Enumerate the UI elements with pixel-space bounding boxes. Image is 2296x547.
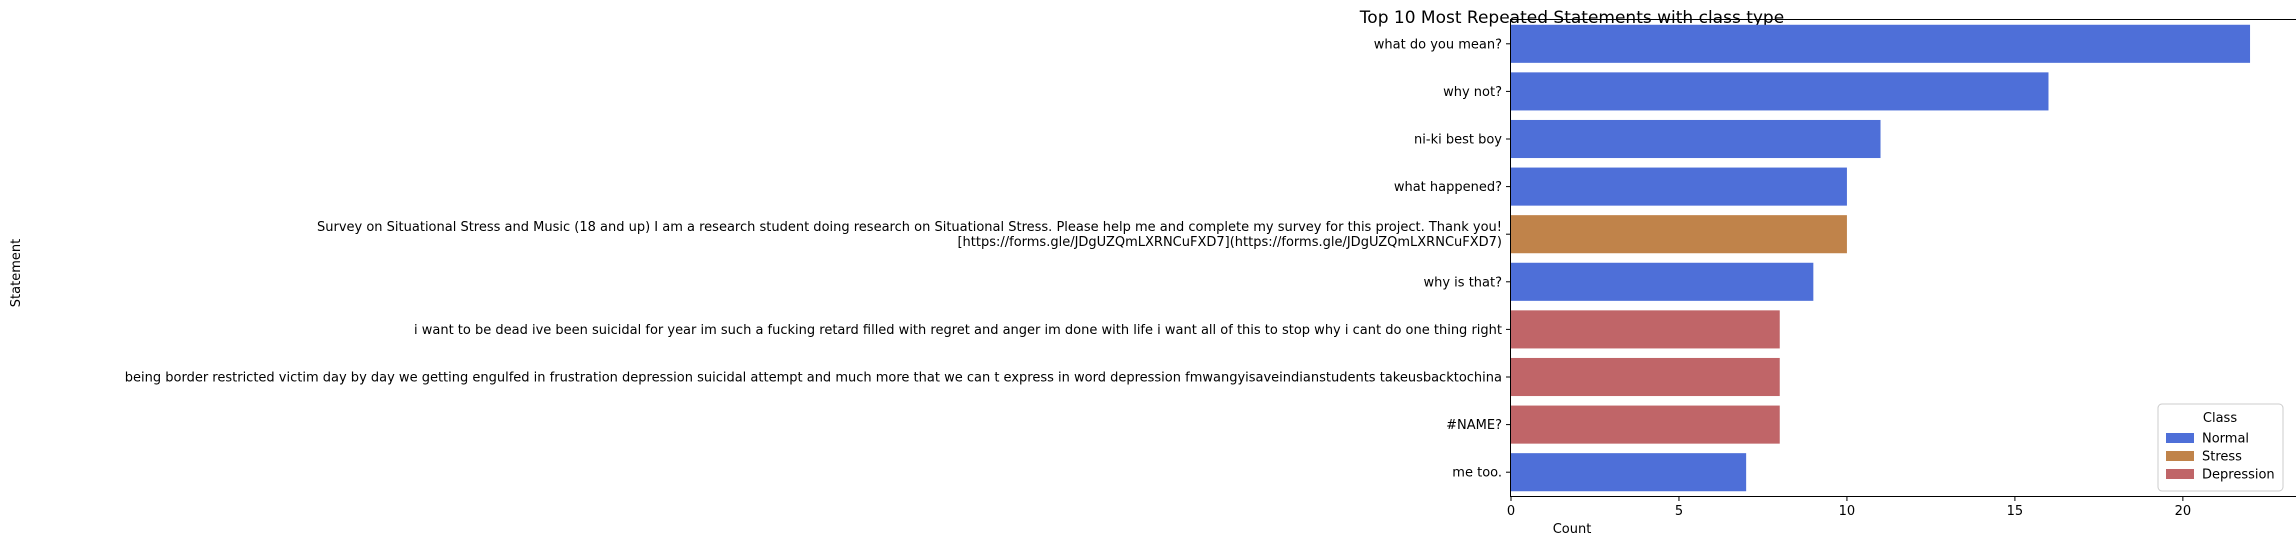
x-tick-label: 20 bbox=[2175, 504, 2192, 519]
bar-10 bbox=[1511, 453, 1747, 492]
legend-label: Stress bbox=[2202, 450, 2242, 465]
bar-3 bbox=[1511, 119, 1881, 159]
y-tick-label: why is that? bbox=[1423, 275, 1502, 290]
x-tick-label: 0 bbox=[1507, 504, 1515, 519]
y-tick-label: why not? bbox=[1443, 85, 1502, 100]
x-axis-label: Count bbox=[1553, 522, 1592, 537]
bars-group bbox=[1511, 24, 2251, 492]
y-tick-label: #NAME? bbox=[1446, 418, 1502, 433]
y-tick-label: Survey on Situational Stress and Music (… bbox=[317, 220, 1502, 235]
bar-6 bbox=[1511, 262, 1814, 301]
bar-2 bbox=[1511, 72, 2049, 111]
bar-chart: Top 10 Most Repeated Statements with cla… bbox=[9, 8, 2296, 537]
legend-title: Class bbox=[2203, 411, 2237, 426]
y-tick-label: ni-ki best boy bbox=[1414, 133, 1502, 148]
y-tick-label: what do you mean? bbox=[1374, 37, 1502, 52]
legend-swatch bbox=[2166, 433, 2194, 443]
x-tick-label: 10 bbox=[1839, 504, 1856, 519]
x-ticks-group: 0 5 10 15 20 bbox=[1507, 496, 2191, 519]
bar-5 bbox=[1511, 215, 1847, 254]
legend-swatch bbox=[2166, 469, 2194, 479]
legend: Class Normal Stress Depression bbox=[2157, 403, 2284, 492]
x-tick-label: 5 bbox=[1675, 504, 1683, 519]
y-tick-label: me too. bbox=[1452, 466, 1502, 481]
bar-1 bbox=[1511, 24, 2251, 63]
y-axis-label: Statement bbox=[9, 239, 24, 307]
x-tick-label: 15 bbox=[2007, 504, 2024, 519]
bar-7 bbox=[1511, 310, 1780, 349]
legend-label: Depression bbox=[2202, 468, 2275, 483]
y-tick-label: i want to be dead ive been suicidal for … bbox=[414, 323, 1502, 338]
legend-label: Normal bbox=[2202, 432, 2249, 447]
y-tick-label: being border restricted victim day by da… bbox=[125, 371, 1502, 386]
y-tick-label: [https://forms.gle/JDgUZQmLXRNCuFXD7](ht… bbox=[957, 235, 1502, 250]
y-tick-labels-group: what do you mean? why not? ni-ki best boy w… bbox=[125, 37, 1511, 481]
legend-swatch bbox=[2166, 451, 2194, 461]
y-tick-label: what happened? bbox=[1394, 180, 1502, 195]
bar-9 bbox=[1511, 405, 1780, 444]
bar-8 bbox=[1511, 357, 1780, 397]
bar-4 bbox=[1511, 167, 1847, 206]
